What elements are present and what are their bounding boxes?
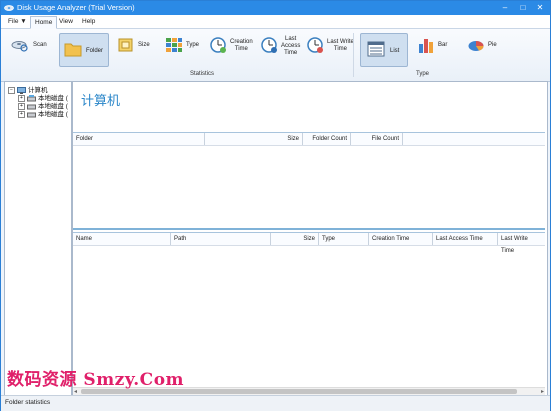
last-write-line1: Last Write (327, 39, 354, 45)
folder-icon (64, 43, 82, 57)
bar-label: Bar (438, 42, 448, 48)
last-access-time-button[interactable]: Last Access Time (260, 33, 304, 65)
title-bar: Disk Usage Analyzer (Trial Version) – □ … (1, 1, 550, 15)
folder-tree[interactable]: − 计算机 + 本地磁盘 ( + 本地磁盘 ( + 本地磁盘 ( (4, 81, 72, 396)
drive-icon (27, 112, 36, 118)
last-write-time-label: Last Write Time (327, 39, 354, 53)
status-text: Folder statistics (5, 399, 51, 406)
page-title: 计算机 (81, 93, 121, 108)
column-header-last-write-time[interactable]: Last Write Time (498, 233, 545, 254)
bar-view-button[interactable]: Bar (417, 33, 453, 65)
column-header-creation-time[interactable]: Creation Time (369, 233, 433, 245)
pie-label: Pie (488, 42, 497, 48)
folder-label: Folder (86, 48, 104, 54)
clock-icon (261, 37, 277, 53)
file-menu[interactable]: File ▼ (4, 16, 31, 27)
column-header-path[interactable]: Path (171, 233, 271, 245)
creation-time-line2: Time (234, 46, 248, 52)
expand-icon[interactable]: + (18, 110, 25, 118)
last-access-time-label: Last Access Time (281, 36, 300, 57)
pie-chart-icon (468, 41, 484, 51)
last-write-line2: Time (333, 46, 348, 52)
tab-home[interactable]: Home (30, 16, 58, 29)
last-access-line2: Access (281, 43, 301, 49)
scan-icon (11, 41, 28, 52)
tab-help[interactable]: Help (78, 16, 99, 27)
creation-time-label: Creation Time (230, 39, 253, 53)
scroll-right-icon[interactable]: ▸ (541, 388, 544, 395)
clock-icon (210, 37, 226, 53)
last-write-time-button[interactable]: Last Write Time (306, 33, 356, 65)
table-header: Name Path Size Type Creation Time Last A… (73, 233, 545, 254)
folder-button[interactable]: Folder (59, 33, 109, 67)
type-button[interactable]: Type (165, 33, 203, 65)
maximize-button[interactable]: □ (514, 1, 532, 14)
scan-button[interactable]: Scan (11, 33, 53, 65)
size-button[interactable]: Size (117, 33, 155, 65)
column-header-folder-count[interactable]: Folder Count (303, 133, 351, 145)
creation-time-button[interactable]: Creation Time (209, 33, 255, 65)
tree-drive-label: 本地磁盘 ( (38, 111, 68, 118)
group-label-type: Type (416, 71, 430, 77)
clock-icon (307, 37, 323, 53)
tree-drive-item[interactable]: + 本地磁盘 ( (18, 108, 68, 118)
window-title: Disk Usage Analyzer (Trial Version) (17, 3, 135, 12)
group-separator (353, 33, 354, 77)
list-view-button[interactable]: List (360, 33, 408, 67)
creation-time-line1: Creation (230, 39, 253, 45)
last-access-line3: Time (284, 50, 298, 56)
column-header-size[interactable]: Size (271, 233, 319, 245)
column-header-name[interactable]: Name (73, 233, 171, 245)
last-access-line1: Last (285, 36, 297, 42)
column-header-folder[interactable]: Folder (73, 133, 205, 145)
column-header-last-access-time[interactable]: Last Access Time (433, 233, 498, 245)
list-icon (367, 41, 385, 57)
bar-chart-icon (419, 39, 433, 53)
app-window: Disk Usage Analyzer (Trial Version) – □ … (0, 0, 551, 411)
main-panel: 计算机 Folder Size Folder Count File Count … (72, 81, 548, 396)
size-icon (118, 38, 133, 52)
column-header-file-count[interactable]: File Count (351, 133, 403, 145)
ribbon: Scan Folder Size Type Creation Time Last… (1, 29, 550, 82)
app-icon (4, 5, 14, 11)
tab-view[interactable]: View (55, 16, 77, 27)
group-label-statistics: Statistics (190, 71, 215, 77)
table-header: Folder Size Folder Count File Count (73, 133, 545, 146)
column-header-type[interactable]: Type (319, 233, 369, 245)
column-header-size[interactable]: Size (205, 133, 303, 145)
size-label: Size (138, 42, 150, 48)
type-grid-icon (166, 38, 182, 52)
collapse-icon[interactable]: − (8, 86, 15, 94)
list-label: List (390, 48, 400, 54)
menu-bar: File ▼ Home View Help (1, 15, 550, 29)
status-bar: Folder statistics (1, 395, 550, 411)
pie-view-button[interactable]: Pie (467, 33, 503, 65)
scan-label: Scan (33, 42, 47, 48)
close-button[interactable]: ✕ (531, 1, 549, 14)
minimize-button[interactable]: – (496, 1, 514, 14)
watermark: 数码资源 Smzy.Com (7, 370, 185, 390)
folder-stats-table[interactable]: Folder Size Folder Count File Count (73, 132, 545, 230)
type-label: Type (186, 42, 200, 48)
